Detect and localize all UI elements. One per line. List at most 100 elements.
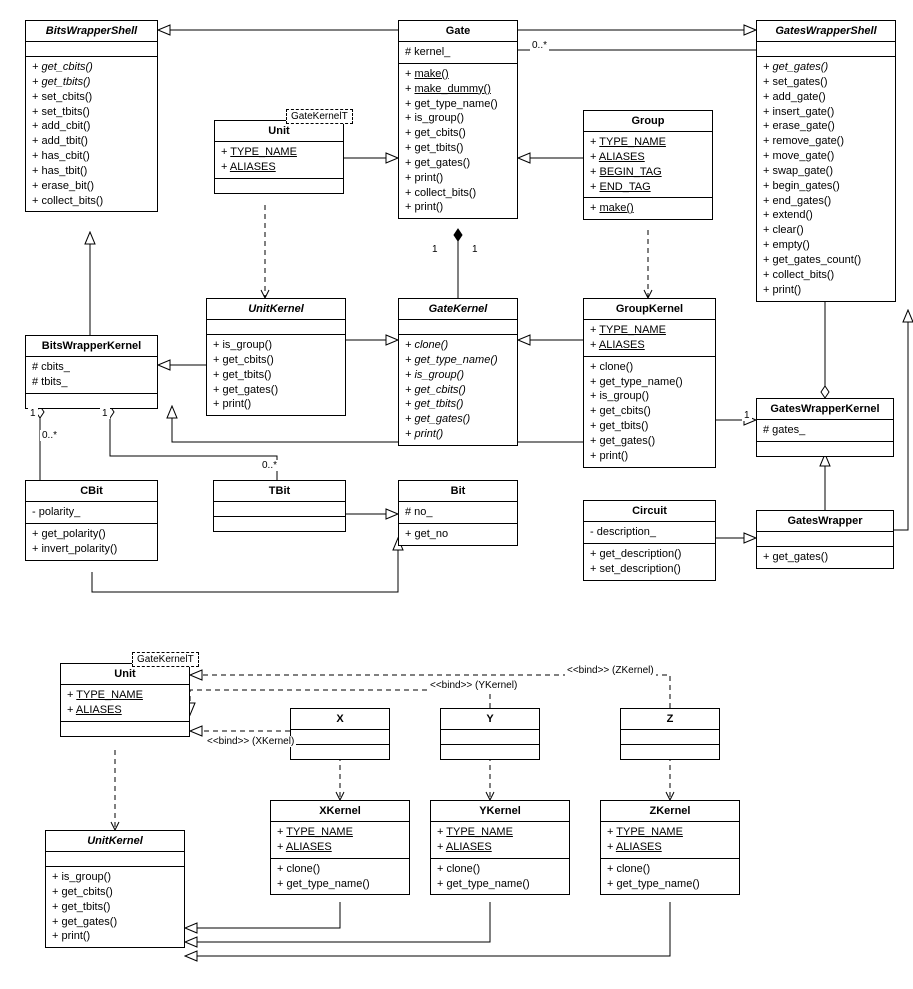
class-section — [441, 745, 539, 759]
class-member: + get_type_name() — [437, 877, 563, 892]
class-member: + print() — [763, 283, 889, 298]
template-GateKernelT-2: GateKernelT — [132, 652, 199, 667]
class-title: Group — [584, 111, 712, 132]
class-title: TBit — [214, 481, 345, 502]
class-title: UnitKernel — [207, 299, 345, 320]
class-member: + ALIASES — [437, 840, 563, 855]
class-section: + TYPE_NAME+ ALIASES — [601, 822, 739, 859]
class-section: # cbits_# tbits_ — [26, 357, 157, 394]
class-member: # gates_ — [763, 423, 887, 438]
class-member: + get_type_name() — [405, 353, 511, 368]
class-XKernel: XKernel+ TYPE_NAME+ ALIASES+ clone()+ ge… — [270, 800, 410, 895]
class-YKernel: YKernel+ TYPE_NAME+ ALIASES+ clone()+ ge… — [430, 800, 570, 895]
class-Z: Z — [620, 708, 720, 760]
class-member: + TYPE_NAME — [437, 825, 563, 840]
class-title: BitsWrapperShell — [26, 21, 157, 42]
class-title: Unit — [61, 664, 189, 685]
class-member: + collect_bits() — [405, 186, 511, 201]
class-section: + clone()+ get_type_name()+ is_group()+ … — [584, 357, 715, 467]
mult-gate: 0..* — [530, 40, 549, 51]
class-member: + erase_gate() — [763, 119, 889, 134]
class-Unit-2: Unit+ TYPE_NAME+ ALIASES — [60, 663, 190, 737]
class-section — [291, 730, 389, 745]
class-section: + TYPE_NAME+ ALIASES+ BEGIN_TAG+ END_TAG — [584, 132, 712, 198]
class-title: CBit — [26, 481, 157, 502]
class-title: ZKernel — [601, 801, 739, 822]
class-member: # kernel_ — [405, 45, 511, 60]
class-member: + empty() — [763, 238, 889, 253]
class-title: Circuit — [584, 501, 715, 522]
class-title: Z — [621, 709, 719, 730]
class-member: + has_cbit() — [32, 149, 151, 164]
class-member: + clone() — [277, 862, 403, 877]
class-member: + get_tbits() — [590, 419, 709, 434]
class-member: + get_gates() — [52, 915, 178, 930]
class-member: + end_gates() — [763, 194, 889, 209]
class-Y: Y — [440, 708, 540, 760]
class-section: + get_polarity()+ invert_polarity() — [26, 524, 157, 560]
class-member: + get_cbits() — [590, 404, 709, 419]
class-section — [399, 320, 517, 335]
class-section: + get_description()+ set_description() — [584, 544, 715, 580]
class-member: + get_type_name() — [607, 877, 733, 892]
bind-z-label: <<bind>> (ZKernel) — [565, 665, 656, 676]
class-member: + ALIASES — [277, 840, 403, 855]
class-section — [215, 179, 343, 193]
class-title: UnitKernel — [46, 831, 184, 852]
class-member: + print() — [590, 449, 709, 464]
class-member: + get_tbits() — [213, 368, 339, 383]
class-member: + make() — [405, 67, 511, 82]
class-member: + add_tbit() — [32, 134, 151, 149]
class-section: + make()+ make_dummy()+ get_type_name()+… — [399, 64, 517, 218]
class-GatesWrapper: GatesWrapper+ get_gates() — [756, 510, 894, 569]
class-section — [621, 745, 719, 759]
class-member: + print() — [213, 397, 339, 412]
class-section: + clone()+ get_type_name() — [601, 859, 739, 895]
class-member: + has_tbit() — [32, 164, 151, 179]
class-member: - polarity_ — [32, 505, 151, 520]
class-member: + get_cbits() — [213, 353, 339, 368]
class-member: + get_description() — [590, 547, 709, 562]
class-member: + clone() — [437, 862, 563, 877]
class-member: + get_gates() — [405, 156, 511, 171]
class-member: + get_polarity() — [32, 527, 151, 542]
class-section: + TYPE_NAME+ ALIASES — [215, 142, 343, 179]
class-title: X — [291, 709, 389, 730]
class-member: + TYPE_NAME — [607, 825, 733, 840]
class-title: GateKernel — [399, 299, 517, 320]
class-member: + add_cbit() — [32, 119, 151, 134]
class-title: Unit — [215, 121, 343, 142]
class-title: BitsWrapperKernel — [26, 336, 157, 357]
class-member: + add_gate() — [763, 90, 889, 105]
class-member: + print() — [405, 171, 511, 186]
mult-tbit-star: 0..* — [260, 460, 279, 471]
class-member: + get_tbits() — [52, 900, 178, 915]
class-member: + print() — [52, 929, 178, 944]
class-section: + TYPE_NAME+ ALIASES — [584, 320, 715, 357]
class-member: + get_gates() — [763, 550, 887, 565]
class-title: GroupKernel — [584, 299, 715, 320]
class-member: + clear() — [763, 223, 889, 238]
class-member: + get_cbits() — [405, 383, 511, 398]
class-section — [26, 42, 157, 57]
class-member: + get_cbits() — [52, 885, 178, 900]
class-member: + END_TAG — [590, 180, 706, 195]
class-member: + get_gates() — [763, 60, 889, 75]
class-section: + clone()+ get_type_name() — [271, 859, 409, 895]
class-member: # tbits_ — [32, 375, 151, 390]
class-section: # gates_ — [757, 420, 893, 442]
class-member: + ALIASES — [590, 338, 709, 353]
mult-cbit-star: 0..* — [40, 430, 59, 441]
class-GateKernel: GateKernel + clone()+ get_type_name()+ is… — [398, 298, 518, 446]
class-member: + get_cbits() — [32, 60, 151, 75]
class-section: + is_group()+ get_cbits()+ get_tbits()+ … — [46, 867, 184, 947]
class-section: + TYPE_NAME+ ALIASES — [271, 822, 409, 859]
class-member: + is_group() — [52, 870, 178, 885]
class-section — [757, 42, 895, 57]
class-member: + get_gates_count() — [763, 253, 889, 268]
class-GroupKernel: GroupKernel+ TYPE_NAME+ ALIASES+ clone()… — [583, 298, 716, 468]
class-member: + is_group() — [405, 368, 511, 383]
class-member: + set_description() — [590, 562, 709, 577]
class-member: + clone() — [405, 338, 511, 353]
class-title: Gate — [399, 21, 517, 42]
